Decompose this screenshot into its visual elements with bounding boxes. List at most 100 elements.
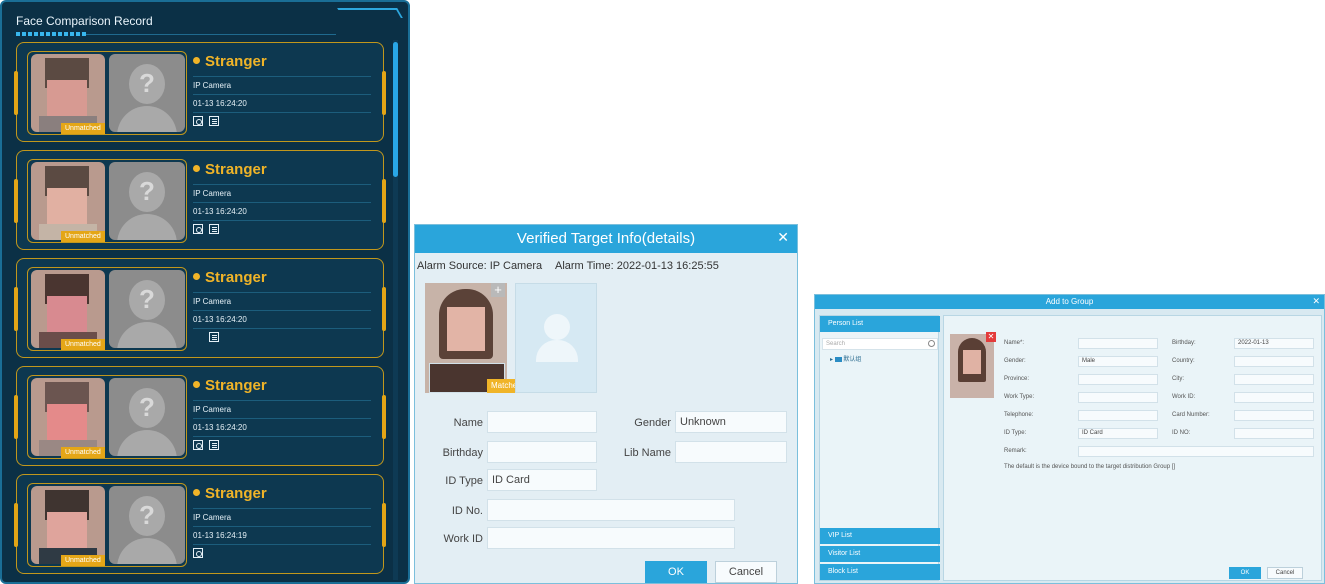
record-card[interactable]: Unmatched ? Stranger IP Camera 01-13 16:… — [14, 42, 386, 142]
unmatched-badge: Unmatched — [61, 447, 105, 458]
birthday-field[interactable] — [487, 441, 597, 463]
close-icon[interactable]: ✕ — [777, 229, 789, 246]
vip-list-tab[interactable]: VIP List — [820, 528, 940, 544]
country-field[interactable] — [1234, 356, 1314, 367]
search-icon[interactable] — [928, 340, 935, 347]
country-label: Country: — [1172, 358, 1195, 364]
visitor-list-tab[interactable]: Visitor List — [820, 546, 940, 562]
person-name: Stranger — [193, 265, 371, 293]
record-card[interactable]: Unmatched ? Stranger IP Camera 01-13 16:… — [14, 150, 386, 250]
telephone-label: Telephone: — [1004, 412, 1034, 418]
title-divider — [86, 34, 336, 35]
lib-name-label: Lib Name — [623, 447, 671, 459]
unmatched-badge: Unmatched — [61, 339, 105, 350]
remark-field[interactable] — [1078, 446, 1314, 457]
birthday-label: Birthday: — [1172, 340, 1196, 346]
birthday-label: Birthday — [442, 447, 483, 459]
capture-time: 01-13 16:24:20 — [193, 95, 371, 113]
folder-icon — [834, 356, 842, 362]
capture-time: 01-13 16:24:19 — [193, 527, 371, 545]
id-type-field[interactable]: ID Card — [487, 469, 597, 491]
ok-button[interactable]: OK — [645, 561, 707, 583]
unknown-avatar-icon: ? — [109, 162, 185, 240]
person-list-tab[interactable]: Person List — [820, 316, 940, 332]
panel-title: Face Comparison Record — [16, 14, 153, 28]
distribution-note: The default is the device bound to the t… — [1004, 464, 1176, 470]
camera-name: IP Camera — [193, 293, 371, 311]
details-icon[interactable] — [209, 224, 219, 234]
person-photo — [950, 334, 994, 398]
id-no-field[interactable] — [487, 499, 735, 521]
record-card[interactable]: Unmatched ? Stranger IP Camera 01-13 16:… — [14, 258, 386, 358]
unmatched-badge: Unmatched — [61, 555, 105, 566]
city-field[interactable] — [1234, 374, 1314, 385]
search-input[interactable]: Search — [822, 338, 938, 350]
name-label: Name — [453, 417, 483, 429]
record-card[interactable]: Unmatched ? Stranger IP Camera 01-13 16:… — [14, 474, 386, 574]
corner-decoration — [337, 8, 403, 18]
work-id-label: Work ID — [443, 533, 483, 545]
gender-select[interactable]: Male — [1078, 356, 1158, 367]
person-form: ✕ Name*: Birthday: 2022-01-13 Gender: Ma… — [943, 315, 1322, 581]
gender-field[interactable]: Unknown — [675, 411, 787, 433]
province-field[interactable] — [1078, 374, 1158, 385]
id-no-label: ID NO: — [1172, 430, 1191, 436]
close-icon[interactable]: ✕ — [1312, 296, 1320, 307]
search-icon[interactable] — [193, 224, 203, 234]
name-label: Name*: — [1004, 340, 1025, 346]
details-icon[interactable] — [209, 116, 219, 126]
verified-target-dialog: Verified Target Info(details) ✕ Alarm So… — [414, 224, 798, 584]
birthday-field[interactable]: 2022-01-13 — [1234, 338, 1314, 349]
cancel-button[interactable]: Cancel — [1267, 567, 1303, 579]
captured-face — [31, 486, 105, 564]
camera-name: IP Camera — [193, 509, 371, 527]
alarm-source: Alarm Source: IP Camera — [417, 260, 543, 272]
lib-name-field[interactable] — [675, 441, 787, 463]
captured-face — [31, 162, 105, 240]
work-type-field[interactable] — [1078, 392, 1158, 403]
remark-label: Remark: — [1004, 448, 1027, 454]
dialog-title: Add to Group — [815, 295, 1324, 309]
cancel-button[interactable]: Cancel — [715, 561, 777, 583]
work-id-field[interactable] — [487, 527, 735, 549]
details-icon[interactable] — [209, 440, 219, 450]
search-icon[interactable] — [193, 440, 203, 450]
work-id-label: Work ID: — [1172, 394, 1196, 400]
add-icon[interactable]: + — [491, 283, 505, 297]
title-underline — [16, 32, 86, 36]
block-list-tab[interactable]: Block List — [820, 564, 940, 580]
details-icon[interactable] — [209, 332, 219, 342]
card-number-field[interactable] — [1234, 410, 1314, 421]
status-dot — [193, 56, 200, 64]
captured-face — [31, 270, 105, 348]
unknown-avatar-icon: ? — [109, 486, 185, 564]
record-card[interactable]: Unmatched ? Stranger IP Camera 01-13 16:… — [14, 366, 386, 466]
id-type-select[interactable]: ID Card — [1078, 428, 1158, 439]
id-type-label: ID Type: — [1004, 430, 1027, 436]
captured-face — [31, 54, 105, 132]
card-number-label: Card Number: — [1172, 412, 1210, 418]
camera-name: IP Camera — [193, 77, 371, 95]
person-name: Stranger — [193, 481, 371, 509]
work-type-label: Work Type: — [1004, 394, 1035, 400]
search-icon[interactable] — [193, 116, 203, 126]
face-comparison-record-panel: Face Comparison Record Unmatched ? Stran… — [0, 0, 410, 584]
unknown-avatar-icon: ? — [109, 54, 185, 132]
tree-item-default-group[interactable]: ▸ 默认组 — [830, 354, 861, 363]
id-no-field[interactable] — [1234, 428, 1314, 439]
work-id-field[interactable] — [1234, 392, 1314, 403]
unknown-avatar-icon: ? — [109, 378, 185, 456]
scrollbar-thumb[interactable] — [393, 42, 398, 177]
name-field[interactable] — [1078, 338, 1158, 349]
unknown-avatar-icon: ? — [109, 270, 185, 348]
name-field[interactable] — [487, 411, 597, 433]
unmatched-badge: Unmatched — [61, 123, 105, 134]
search-icon[interactable] — [193, 548, 203, 558]
person-name: Stranger — [193, 157, 371, 185]
ok-button[interactable]: OK — [1229, 567, 1261, 579]
remove-photo-icon[interactable]: ✕ — [986, 332, 996, 342]
province-label: Province: — [1004, 376, 1030, 382]
camera-name: IP Camera — [193, 185, 371, 203]
telephone-field[interactable] — [1078, 410, 1158, 421]
placeholder-avatar-icon — [515, 283, 597, 393]
